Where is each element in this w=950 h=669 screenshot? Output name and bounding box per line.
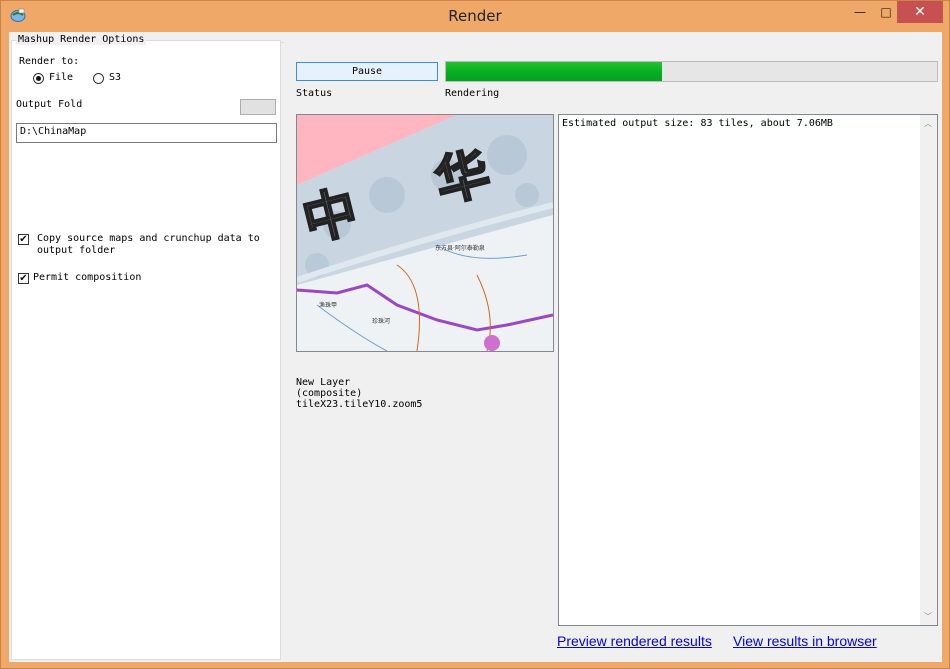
render-file-label[interactable]: File [49, 72, 73, 83]
map-place-label-2: 渔珠甲 [319, 301, 337, 309]
map-place-label-3: 珍珠河 [372, 317, 390, 325]
rendering-label: Rendering [445, 88, 500, 99]
tile-layer-name: New Layer [296, 377, 351, 388]
scroll-down-icon[interactable]: ﹀ [924, 611, 932, 622]
tile-coordinates: tileX23.tileY10.zoom5 [296, 399, 423, 410]
window-title: Render [448, 7, 502, 25]
copy-source-checkbox[interactable]: ✔ [18, 234, 29, 245]
preview-results-link[interactable]: Preview rendered results [557, 633, 712, 649]
render-to-label: Render to: [19, 56, 80, 67]
options-group-title: Mashup Render Options [16, 34, 147, 45]
copy-source-label-line1: Copy source maps and crunchup data to [37, 233, 260, 244]
permit-composition-label[interactable]: Permit composition [33, 272, 141, 283]
status-label: Status [296, 88, 333, 99]
map-place-label-1: 东方县·阿尔泰勒泉 [435, 244, 485, 252]
map-tile-graphic: 东方县·阿尔泰勒泉 渔珠甲 珍珠河 中 华 [297, 115, 553, 351]
browse-button[interactable] [240, 99, 276, 115]
render-window: Render — □ ✕ Mashup Render Options Rende… [0, 0, 950, 669]
close-button[interactable]: ✕ [897, 1, 943, 23]
render-file-radio[interactable] [33, 73, 44, 84]
maximize-button[interactable]: □ [872, 1, 900, 23]
copy-source-label[interactable]: Copy source maps and crunchup data to ou… [37, 233, 260, 257]
output-folder-input[interactable]: D:\ChinaMap [16, 123, 277, 143]
scroll-up-icon[interactable]: ︿ [924, 118, 932, 129]
permit-composition-checkbox[interactable]: ✔ [18, 273, 29, 284]
render-s3-radio[interactable] [93, 73, 104, 84]
tile-info: New Layer (composite) tileX23.tileY10.zo… [296, 377, 422, 410]
output-folder-label: Output Fold [16, 99, 83, 110]
pause-button[interactable]: Pause [296, 62, 438, 81]
minimize-button[interactable]: — [846, 1, 874, 23]
client-area: Mashup Render Options Render to: File S3… [9, 32, 942, 662]
progress-fill [446, 62, 663, 81]
tile-preview-image: 东方县·阿尔泰勒泉 渔珠甲 珍珠河 中 华 [296, 114, 554, 352]
render-progress-bar [445, 61, 938, 82]
output-scrollbar[interactable]: ︿ ﹀ [920, 115, 937, 625]
output-log-text: Estimated output size: 83 tiles, about 7… [562, 118, 833, 129]
output-log-textbox[interactable]: Estimated output size: 83 tiles, about 7… [558, 114, 938, 626]
title-bar[interactable]: Render — □ ✕ [1, 1, 949, 31]
copy-source-label-line2: output folder [37, 245, 116, 256]
view-in-browser-link[interactable]: View results in browser [733, 633, 877, 649]
tile-layer-type: (composite) [296, 388, 363, 399]
render-s3-label[interactable]: S3 [109, 72, 121, 83]
